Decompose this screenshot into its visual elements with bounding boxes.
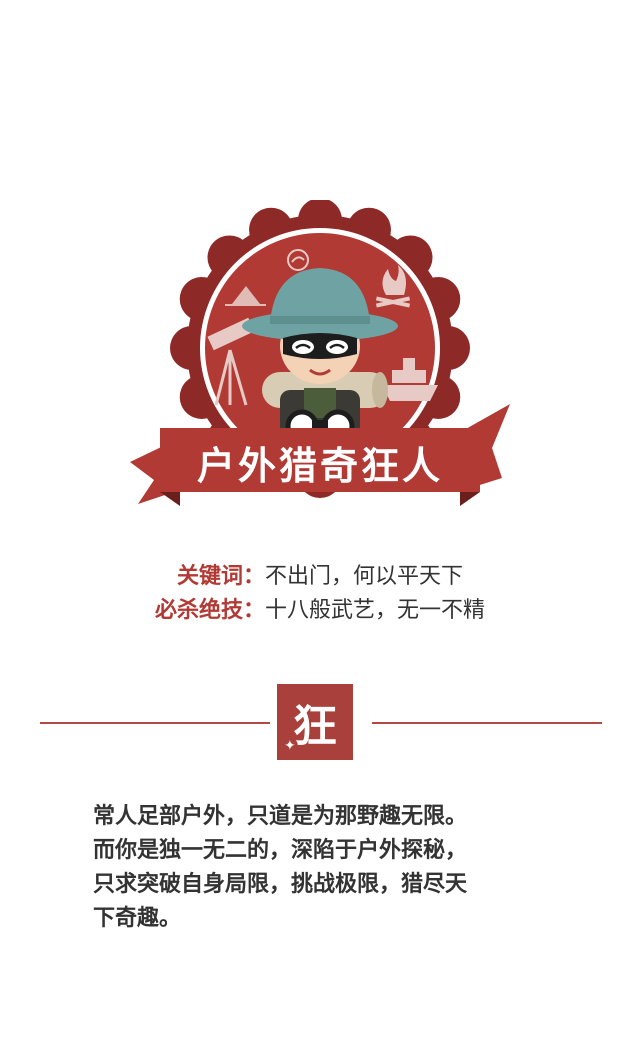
keyword-line: 关键词：不出门，何以平天下 — [0, 560, 640, 594]
stamp-character: 狂 — [293, 701, 337, 752]
description-text: 常人足部户外，只道是为那野趣无限。 而你是独一无二的，深陷于户外探秘， 只求突破… — [93, 800, 573, 936]
description-line: 只求突破自身局限，挑战极限，猎尽天 — [93, 872, 468, 897]
sparkle-icon: ✦ — [284, 738, 296, 754]
description-line: 常人足部户外，只道是为那野趣无限。 — [93, 804, 468, 829]
divider-left — [40, 722, 270, 724]
divider-right — [372, 722, 602, 724]
skill-label: 必杀绝技： — [154, 598, 265, 623]
skill-line: 必杀绝技：十八般武艺，无一不精 — [0, 594, 640, 628]
stamp-seal: 狂 ✦ — [277, 684, 353, 760]
description-line: 而你是独一无二的，深陷于户外探秘， — [93, 838, 468, 863]
description-line: 下奇趣。 — [93, 906, 182, 931]
keyword-label: 关键词： — [176, 564, 265, 589]
keyword-value: 不出门，何以平天下 — [265, 564, 464, 589]
badge: 户外猎奇狂人 — [120, 200, 520, 530]
badge-title: 户外猎奇狂人 — [196, 443, 443, 488]
info-block: 关键词：不出门，何以平天下 必杀绝技：十八般武艺，无一不精 — [0, 560, 640, 628]
skill-value: 十八般武艺，无一不精 — [265, 598, 486, 623]
